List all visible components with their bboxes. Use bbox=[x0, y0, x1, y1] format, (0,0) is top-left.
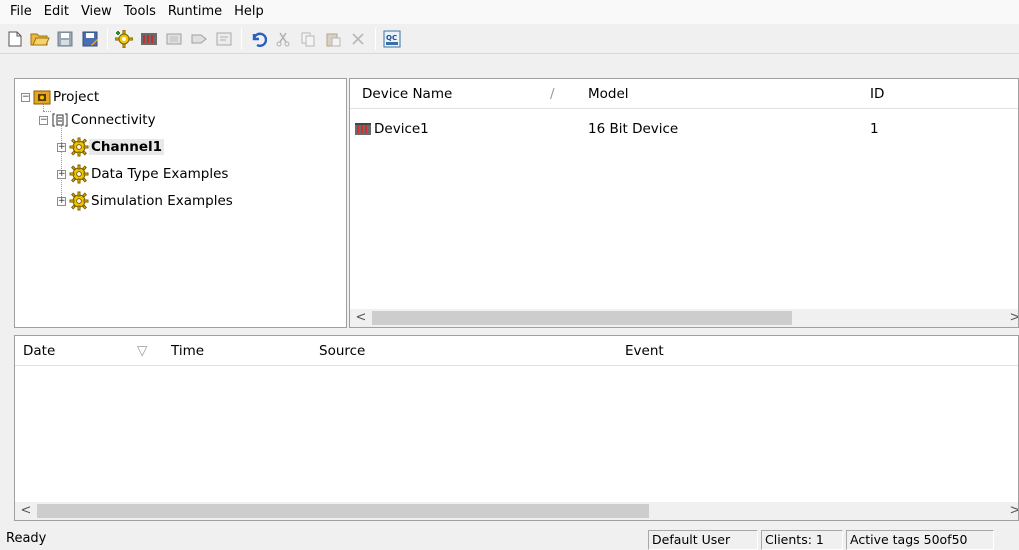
table-row[interactable]: Device1 16 Bit Device 1 bbox=[350, 119, 1018, 139]
collapse-toggle[interactable]: − bbox=[21, 92, 30, 102]
column-header-date[interactable]: Date bbox=[23, 336, 55, 366]
connectivity-icon bbox=[51, 112, 69, 128]
project-tree[interactable]: − Project − Connectivity + Channel1 + Da… bbox=[14, 78, 347, 328]
menu-bar: File Edit View Tools Runtime Help bbox=[0, 0, 1019, 24]
channel-gear-icon bbox=[69, 191, 89, 211]
tree-item-channel[interactable]: + Data Type Examples bbox=[57, 164, 230, 184]
column-header-time[interactable]: Time bbox=[171, 336, 204, 366]
tree-item-channel[interactable]: + Simulation Examples bbox=[57, 191, 235, 211]
tree-item-label: Simulation Examples bbox=[91, 193, 233, 209]
scroll-left-arrow-icon[interactable]: < bbox=[17, 502, 35, 520]
undo-icon[interactable] bbox=[247, 28, 269, 50]
column-header-source[interactable]: Source bbox=[319, 336, 365, 366]
status-bar: Ready Default User Clients: 1 Active tag… bbox=[0, 528, 1019, 550]
sort-indicator-icon: ▽ bbox=[137, 343, 148, 359]
column-header-id[interactable]: ID bbox=[870, 79, 884, 109]
channel-gear-icon bbox=[69, 164, 89, 184]
new-tag-icon[interactable] bbox=[188, 28, 210, 50]
menu-tools[interactable]: Tools bbox=[118, 1, 162, 23]
quick-client-icon[interactable]: QC bbox=[381, 28, 403, 50]
menu-help[interactable]: Help bbox=[228, 1, 270, 23]
new-channel-icon[interactable] bbox=[113, 28, 135, 50]
open-icon[interactable] bbox=[29, 28, 51, 50]
expand-toggle[interactable]: + bbox=[57, 142, 66, 152]
status-user: Default User bbox=[648, 530, 758, 550]
scroll-right-arrow-icon[interactable]: > bbox=[1006, 502, 1018, 520]
column-header-device-name[interactable]: Device Name bbox=[362, 79, 452, 109]
tree-item-label: Channel1 bbox=[89, 139, 165, 155]
paste-icon[interactable] bbox=[322, 28, 344, 50]
tree-item-connectivity[interactable]: − Connectivity bbox=[39, 110, 158, 130]
device-name-text: Device1 bbox=[374, 121, 429, 137]
scroll-thumb[interactable] bbox=[37, 504, 649, 518]
tree-item-channel[interactable]: + Channel1 bbox=[57, 137, 165, 157]
svg-text:QC: QC bbox=[386, 34, 397, 42]
id-cell: 1 bbox=[870, 121, 879, 137]
menu-runtime[interactable]: Runtime bbox=[162, 1, 228, 23]
tree-item-label: Data Type Examples bbox=[91, 166, 229, 182]
column-header-model[interactable]: Model bbox=[588, 79, 629, 109]
event-log[interactable]: Date ▽ Time Source Event < > bbox=[14, 335, 1019, 521]
status-text: Ready bbox=[6, 531, 47, 546]
expand-toggle[interactable]: + bbox=[57, 196, 66, 206]
device-name-cell: Device1 bbox=[354, 119, 429, 139]
project-icon bbox=[33, 89, 51, 105]
scroll-left-arrow-icon[interactable]: < bbox=[352, 309, 370, 327]
tree-item-label: Project bbox=[53, 89, 100, 105]
device-list[interactable]: Device Name / Model ID Device1 16 Bit De… bbox=[349, 78, 1019, 328]
menu-file[interactable]: File bbox=[4, 1, 38, 23]
status-clients: Clients: 1 bbox=[761, 530, 843, 550]
toolbar: QC bbox=[0, 24, 1019, 54]
save-icon[interactable] bbox=[54, 28, 76, 50]
model-cell: 16 Bit Device bbox=[588, 121, 679, 137]
tree-item-label: Connectivity bbox=[71, 112, 156, 128]
new-device-icon[interactable] bbox=[138, 28, 160, 50]
event-log-hscrollbar[interactable]: < > bbox=[15, 502, 1018, 520]
sort-indicator-icon: / bbox=[550, 86, 555, 102]
event-log-header: Date ▽ Time Source Event bbox=[15, 336, 1018, 366]
device-list-hscrollbar[interactable]: < > bbox=[350, 309, 1018, 327]
status-active-tags: Active tags 50of50 bbox=[846, 530, 994, 550]
scroll-right-arrow-icon[interactable]: > bbox=[1006, 309, 1018, 327]
device-icon bbox=[355, 123, 371, 135]
scroll-thumb[interactable] bbox=[372, 311, 792, 325]
new-tag-group-icon[interactable] bbox=[163, 28, 185, 50]
delete-icon[interactable] bbox=[347, 28, 369, 50]
properties-icon[interactable] bbox=[213, 28, 235, 50]
toolbar-separator bbox=[241, 27, 242, 50]
copy-icon[interactable] bbox=[297, 28, 319, 50]
menu-view[interactable]: View bbox=[75, 1, 118, 23]
toolbar-separator bbox=[107, 27, 108, 50]
toolbar-separator bbox=[375, 27, 376, 50]
menu-edit[interactable]: Edit bbox=[38, 1, 75, 23]
tree-item-project[interactable]: − Project bbox=[21, 87, 101, 107]
channel-gear-icon bbox=[69, 137, 89, 157]
device-list-header: Device Name / Model ID bbox=[350, 79, 1018, 109]
cut-icon[interactable] bbox=[272, 28, 294, 50]
collapse-toggle[interactable]: − bbox=[39, 115, 48, 125]
expand-toggle[interactable]: + bbox=[57, 169, 66, 179]
column-header-event[interactable]: Event bbox=[625, 336, 664, 366]
new-icon[interactable] bbox=[4, 28, 26, 50]
save-as-icon[interactable] bbox=[79, 28, 101, 50]
